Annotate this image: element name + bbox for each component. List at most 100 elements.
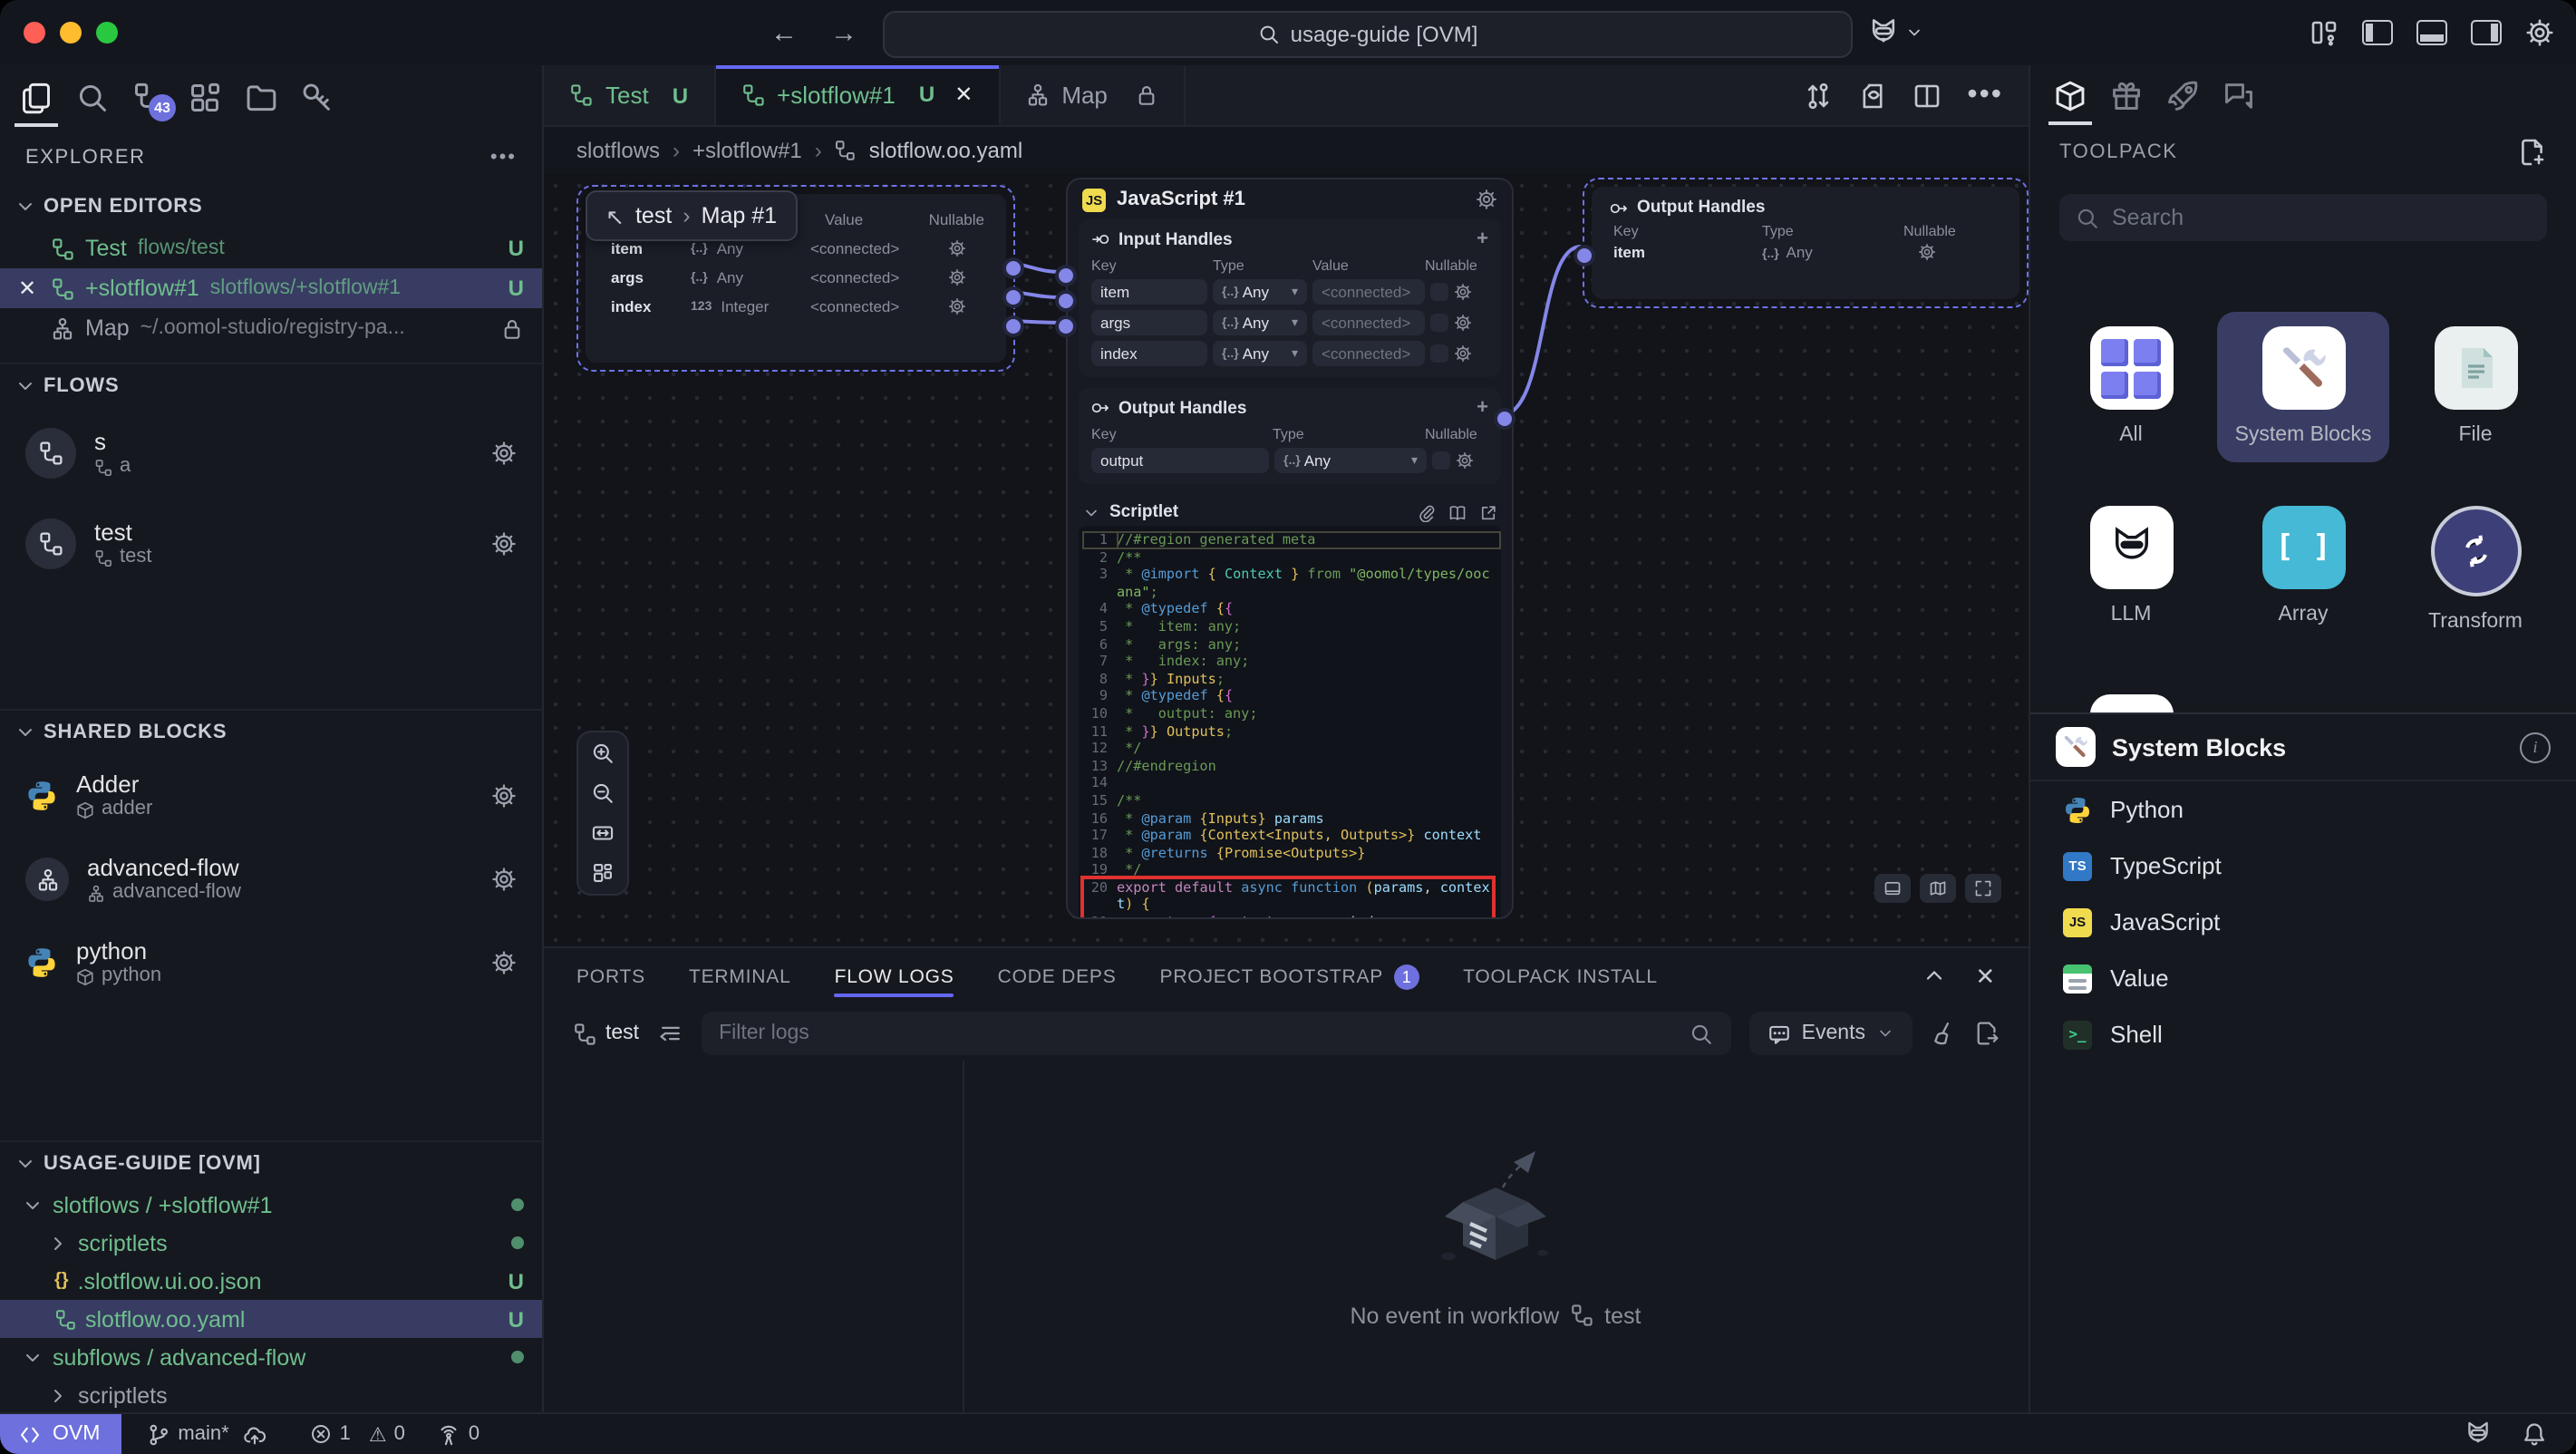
map-row-index[interactable]: index 123Integer <connected> <box>586 292 1006 321</box>
block-typescript[interactable]: TS TypeScript <box>2030 838 2576 894</box>
map-node-title-chip[interactable]: ↖ test › Map #1 <box>586 190 797 241</box>
compare-changes-icon[interactable] <box>1804 81 1833 110</box>
gear-icon[interactable] <box>948 239 966 257</box>
fullscreen-button[interactable] <box>1965 874 2001 903</box>
breadcrumb[interactable]: slotflows› +slotflow#1› slotflow.oo.yaml <box>544 127 2029 174</box>
gear-icon[interactable] <box>1454 283 1472 301</box>
tree-scriptlets-folder-2[interactable]: scriptlets <box>0 1376 542 1414</box>
console-view-button[interactable] <box>1874 874 1911 903</box>
gear-icon[interactable] <box>491 867 517 892</box>
activity-extensions-icon[interactable] <box>187 76 223 120</box>
tab-map[interactable]: Map <box>1000 65 1186 125</box>
input-handle-dot[interactable] <box>1055 265 1077 286</box>
code-line-5[interactable]: 5 * item: any; <box>1082 618 1501 635</box>
code-line-1[interactable]: 1//#region generated meta <box>1082 531 1501 548</box>
tab-ports[interactable]: PORTS <box>576 948 645 1006</box>
close-panel-icon[interactable]: ✕ <box>1975 963 1996 992</box>
editor-more-icon[interactable]: ••• <box>1967 79 2003 111</box>
flow-canvas[interactable]: Value Nullable item {..}Any <connected> … <box>544 174 2029 946</box>
problems-indicator[interactable]: 1 ⚠ 0 <box>311 1422 405 1446</box>
toggle-bottom-panel-icon[interactable] <box>2416 20 2447 45</box>
output-handle-dot[interactable] <box>1002 315 1024 337</box>
input-handle-dot[interactable] <box>1574 245 1595 267</box>
split-editor-icon[interactable] <box>1913 81 1942 110</box>
shared-block-advanced-flow[interactable]: advanced-flow advanced-flow <box>0 838 542 921</box>
open-editor-test[interactable]: Test flows/test U <box>0 228 542 268</box>
input-handle-dot[interactable] <box>1055 315 1077 337</box>
tab-slotflow[interactable]: +slotflow#1 U ✕ <box>715 65 1000 125</box>
tab-code-deps[interactable]: CODE DEPS <box>998 948 1117 1006</box>
toolpack-category-partial-2[interactable] <box>2217 680 2389 713</box>
remote-indicator[interactable]: OVM <box>0 1414 121 1454</box>
code-line-21[interactable]: 21 return { output: params.index + param… <box>1082 914 1501 919</box>
attach-icon[interactable] <box>1418 503 1436 521</box>
activity-flows-icon[interactable]: 43 <box>131 76 167 120</box>
close-window-button[interactable] <box>24 22 45 44</box>
export-logs-icon[interactable] <box>1974 1021 2000 1046</box>
open-editor-map[interactable]: Map ~/.oomol-studio/registry-pa... <box>0 308 542 348</box>
close-icon[interactable]: ✕ <box>15 276 40 301</box>
toggle-right-panel-icon[interactable] <box>2471 20 2502 45</box>
new-toolpack-icon[interactable] <box>2518 138 2547 167</box>
gear-icon[interactable] <box>491 783 517 809</box>
javascript-node[interactable]: JS JavaScript #1 Input Handles + Key <box>1066 178 1514 919</box>
explorer-more-icon[interactable]: ••• <box>490 147 517 169</box>
code-line-16[interactable]: 16 * @param {Inputs} params <box>1082 809 1501 827</box>
notifications-bell-icon[interactable] <box>2522 1421 2547 1447</box>
code-line-17[interactable]: 17 * @param {Context<Inputs, Outputs>} c… <box>1082 827 1501 844</box>
activity-key-icon[interactable] <box>299 76 335 120</box>
toolpack-category-all[interactable]: All <box>2045 312 2217 463</box>
usage-guide-header[interactable]: USAGE-GUIDE [OVM] <box>0 1140 542 1186</box>
shared-block-adder[interactable]: Adder adder <box>0 754 542 838</box>
minimap-button[interactable] <box>1920 874 1956 903</box>
gear-icon[interactable] <box>948 297 966 315</box>
activity-search-icon[interactable] <box>74 76 111 120</box>
tab-flow-logs[interactable]: FLOW LOGS <box>835 948 954 1006</box>
events-dropdown[interactable]: Events <box>1749 1012 1913 1055</box>
open-preview-icon[interactable] <box>1858 81 1887 110</box>
code-line-13[interactable]: 13//#endregion <box>1082 757 1501 774</box>
output-handle-dot[interactable] <box>1002 286 1024 308</box>
toolpack-category-transform[interactable]: Transform <box>2389 492 2561 651</box>
toolpack-category-array[interactable]: [ ] Array <box>2217 492 2389 651</box>
block-javascript[interactable]: JS JavaScript <box>2030 894 2576 950</box>
toolpack-tab-icon[interactable] <box>2052 74 2088 118</box>
js-output-handle-dot[interactable] <box>1494 408 1516 430</box>
tab-toolpack-install[interactable]: TOOLPACK INSTALL <box>1463 948 1658 1006</box>
add-output-icon[interactable]: + <box>1477 397 1488 419</box>
flow-item-s[interactable]: s a <box>0 408 542 499</box>
type-select[interactable]: {..}Any▾ <box>1213 310 1307 335</box>
toolpack-category-partial-1[interactable] <box>2045 680 2217 713</box>
open-editors-header[interactable]: OPEN EDITORS <box>0 185 542 228</box>
toggle-left-panel-icon[interactable] <box>2362 20 2393 45</box>
block-value[interactable]: Value <box>2030 950 2576 1006</box>
output-handles-node[interactable]: Output Handles Key Type Nullable item {.… <box>1583 178 2029 308</box>
chat-tab-icon[interactable] <box>2221 74 2257 118</box>
assistant-status-icon[interactable] <box>2464 1420 2493 1449</box>
customize-layout-icon[interactable] <box>2310 18 2339 47</box>
block-shell[interactable]: >_ Shell <box>2030 1006 2576 1062</box>
code-line-2[interactable]: 2/** <box>1082 548 1501 566</box>
nullable-checkbox[interactable] <box>1432 451 1450 470</box>
open-editor-slotflow[interactable]: ✕ +slotflow#1 slotflows/+slotflow#1 U <box>0 268 542 308</box>
nullable-checkbox[interactable] <box>1430 344 1448 363</box>
input-row-index[interactable]: index {..}Any▾ <connected> <box>1091 341 1488 366</box>
code-line-12[interactable]: 12 */ <box>1082 740 1501 757</box>
toolpack-category-system-blocks[interactable]: System Blocks <box>2217 312 2389 463</box>
open-external-icon[interactable] <box>1479 503 1497 521</box>
input-row-item[interactable]: item {..}Any▾ <connected> <box>1091 279 1488 305</box>
input-handle-dot[interactable] <box>1055 290 1077 312</box>
scriptlet-header[interactable]: Scriptlet <box>1068 495 1512 526</box>
gear-icon[interactable] <box>1454 314 1472 332</box>
git-branch-indicator[interactable]: main* <box>147 1422 266 1446</box>
code-line-4[interactable]: 4 * @typedef {{ <box>1082 601 1501 618</box>
flow-item-test[interactable]: test test <box>0 499 542 589</box>
maximize-window-button[interactable] <box>96 22 118 44</box>
code-line-18[interactable]: 18 * @returns {Promise<Outputs>} <box>1082 844 1501 861</box>
block-python[interactable]: Python <box>2030 781 2576 838</box>
map-row-args[interactable]: args {..}Any <connected> <box>586 263 1006 292</box>
output-row-output[interactable]: output {..}Any▾ <box>1091 448 1488 473</box>
gear-icon[interactable] <box>948 268 966 286</box>
input-row-args[interactable]: args {..}Any▾ <connected> <box>1091 310 1488 335</box>
gift-tab-icon[interactable] <box>2108 74 2145 118</box>
